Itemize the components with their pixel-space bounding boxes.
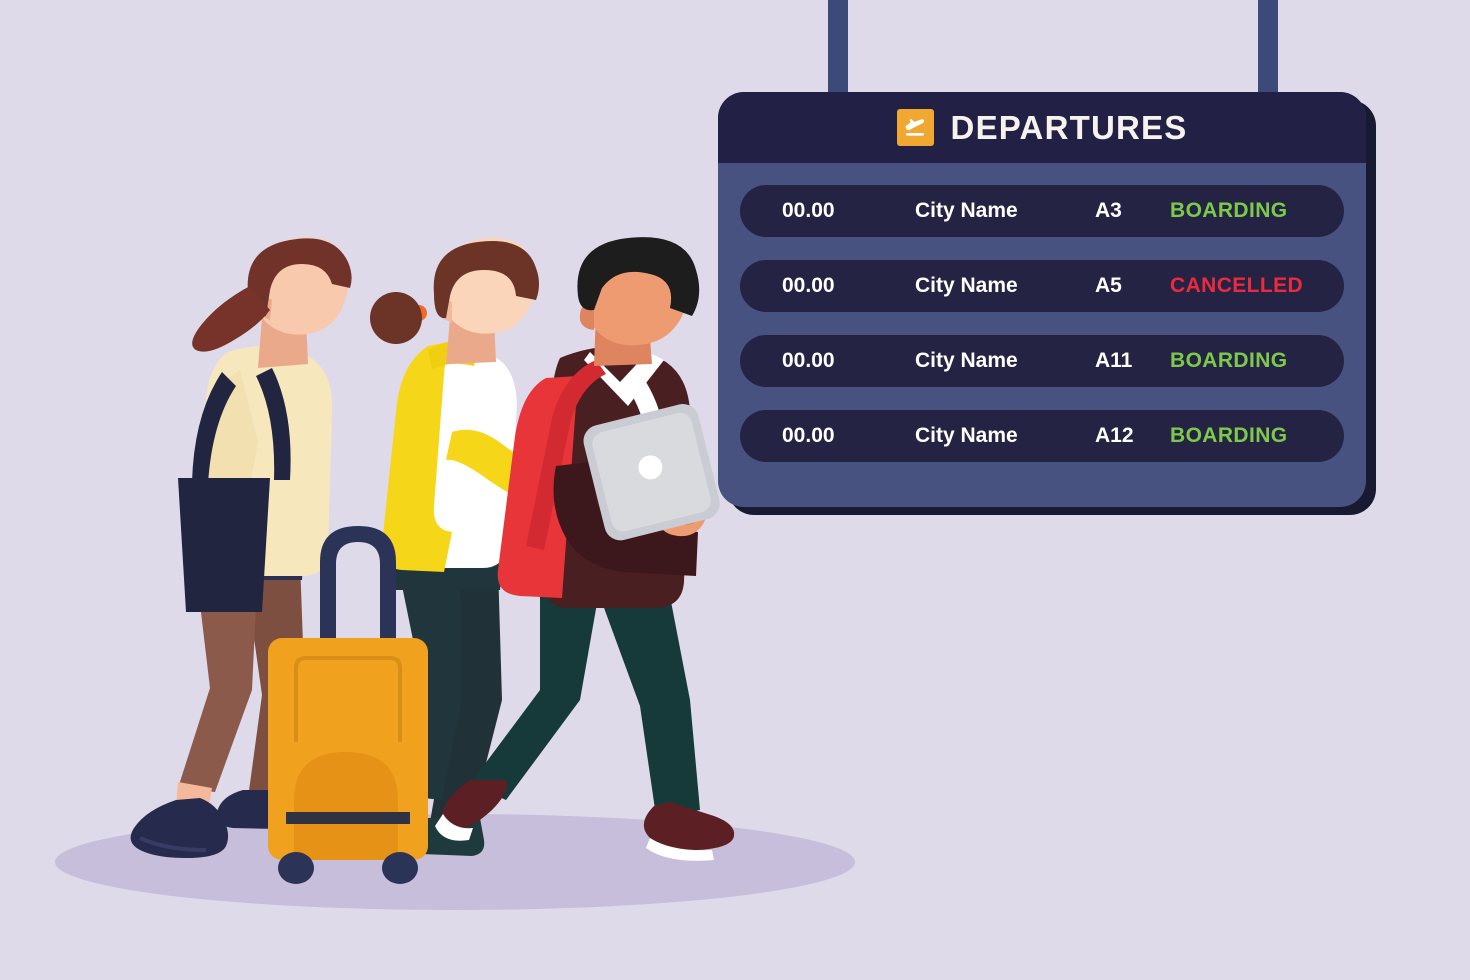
flight-gate: A5 [1095,274,1122,297]
flight-gate: A3 [1095,199,1122,222]
flight-time: 00.00 [782,199,835,222]
flight-gate: A12 [1095,424,1134,447]
table-row[interactable]: 00.00 City Name A11 BOARDING [740,335,1344,387]
board-header: DEPARTURES [718,92,1366,163]
flight-city: City Name [915,424,1018,447]
flight-time: 00.00 [782,274,835,297]
flight-status: BOARDING [1170,199,1288,222]
illustration-scene: DEPARTURES 00.00 City Name A3 BOARDING 0… [0,0,1470,980]
table-row[interactable]: 00.00 City Name A5 CANCELLED [740,260,1344,312]
departures-board: DEPARTURES 00.00 City Name A3 BOARDING 0… [718,92,1376,515]
flight-status: BOARDING [1170,349,1288,372]
board-title: DEPARTURES [950,108,1188,146]
flight-status: BOARDING [1170,424,1288,447]
flight-status: CANCELLED [1170,274,1304,297]
hanging-rod-left [828,0,848,100]
flight-time: 00.00 [782,349,835,372]
hanging-rod-right [1258,0,1278,100]
flight-city: City Name [915,274,1018,297]
table-row[interactable]: 00.00 City Name A3 BOARDING [740,185,1344,237]
flight-rows: 00.00 City Name A3 BOARDING 00.00 City N… [718,163,1366,462]
board-panel: DEPARTURES 00.00 City Name A3 BOARDING 0… [718,92,1366,507]
departing-plane-icon [896,109,934,146]
table-row[interactable]: 00.00 City Name A12 BOARDING [740,410,1344,462]
flight-time: 00.00 [782,424,835,447]
flight-city: City Name [915,349,1018,372]
flight-gate: A11 [1095,349,1133,372]
flight-city: City Name [915,199,1018,222]
